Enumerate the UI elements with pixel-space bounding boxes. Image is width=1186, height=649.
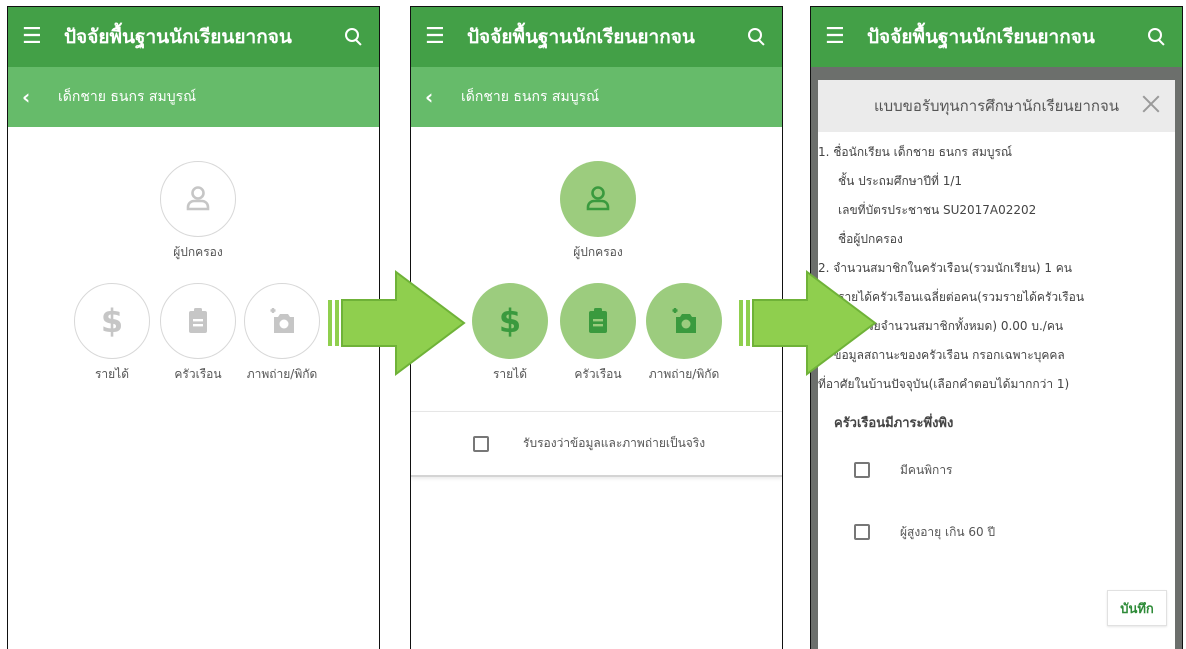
back-arrow-icon[interactable]: ‹ xyxy=(425,85,447,109)
dollar-icon: $ xyxy=(100,302,124,340)
household-button[interactable] xyxy=(560,283,636,359)
dialog-header: แบบขอรับทุนการศึกษานักเรียนยากจน xyxy=(818,80,1175,132)
household-button[interactable] xyxy=(160,283,236,359)
info-line: ชื่อผู้ปกครอง xyxy=(838,232,903,246)
save-button[interactable]: บันทึก xyxy=(1107,590,1167,626)
app-title: ปัจจัยพื้นฐานนักเรียนยากจน xyxy=(867,26,1095,48)
add-photo-icon xyxy=(672,308,696,333)
app-bar: ☰ ปัจจัยพื้นฐานนักเรียนยากจน xyxy=(8,7,379,67)
screen-initial: ☰ ปัจจัยพื้นฐานนักเรียนยากจน ‹ เด็กชาย ธ… xyxy=(7,6,380,649)
app-bar: ☰ ปัจจัยพื้นฐานนักเรียนยากจน xyxy=(811,7,1182,67)
clipboard-icon xyxy=(189,308,207,333)
guardian-label: ผู้ปกครอง xyxy=(173,245,223,259)
section-title: ครัวเรือนมีภาระพึ่งพิง xyxy=(834,416,954,431)
flow-arrow-icon xyxy=(739,270,877,376)
app-title: ปัจจัยพื้นฐานนักเรียนยากจน xyxy=(467,26,695,48)
income-label: รายได้ xyxy=(492,367,528,381)
guardian-button[interactable] xyxy=(560,161,636,237)
dialog-title: แบบขอรับทุนการศึกษานักเรียนยากจน xyxy=(873,97,1120,115)
clipboard-icon xyxy=(589,308,607,333)
info-line: เลขที่บัตรประชาชน SU2017A02202 xyxy=(838,203,1037,217)
student-name: เด็กชาย ธนกร สมบูรณ์ xyxy=(58,89,197,105)
search-icon[interactable] xyxy=(343,26,365,48)
app-title: ปัจจัยพื้นฐานนักเรียนยากจน xyxy=(64,26,292,48)
close-icon[interactable] xyxy=(1137,90,1165,118)
option-label: มีคนพิการ xyxy=(900,462,953,477)
income-label: รายได้ xyxy=(94,367,130,381)
confirm-checkbox[interactable] xyxy=(473,435,489,452)
option-disabled-member[interactable]: มีคนพิการ xyxy=(818,439,1165,501)
info-line: ชั้น ประถมศึกษาปีที่ 1/1 xyxy=(838,174,963,188)
flow-arrow-icon xyxy=(328,270,466,376)
student-bar: ‹ เด็กชาย ธนกร สมบูรณ์ xyxy=(8,67,379,127)
search-icon[interactable] xyxy=(746,26,768,48)
app-bar: ☰ ปัจจัยพื้นฐานนักเรียนยากจน xyxy=(411,7,782,67)
person-icon xyxy=(586,186,610,211)
back-arrow-icon[interactable]: ‹ xyxy=(22,85,44,109)
menu-icon[interactable]: ☰ xyxy=(825,26,853,48)
option-elderly-member[interactable]: ผู้สูงอายุ เกิน 60 ปี xyxy=(818,501,1165,563)
confirm-label: รับรองว่าข้อมูลและภาพถ่ายเป็นจริง xyxy=(523,436,706,450)
info-line: 1. ชื่อนักเรียน เด็กชาย ธนกร สมบูรณ์ xyxy=(818,145,1013,159)
option-checkbox[interactable] xyxy=(854,462,870,478)
guardian-button[interactable] xyxy=(160,161,236,237)
search-icon[interactable] xyxy=(1146,26,1168,48)
add-photo-icon xyxy=(270,308,294,333)
photo-button[interactable] xyxy=(244,283,320,359)
dollar-icon: $ xyxy=(498,302,522,340)
photo-button[interactable] xyxy=(646,283,722,359)
menu-icon[interactable]: ☰ xyxy=(22,26,50,48)
student-bar: ‹ เด็กชาย ธนกร สมบูรณ์ xyxy=(411,67,782,127)
person-icon xyxy=(186,186,210,211)
menu-icon[interactable]: ☰ xyxy=(425,26,453,48)
photo-label: ภาพถ่าย/พิกัด xyxy=(246,367,318,381)
option-checkbox[interactable] xyxy=(854,524,870,540)
photo-label: ภาพถ่าย/พิกัด xyxy=(648,367,720,381)
income-button[interactable]: $ xyxy=(74,283,150,359)
option-label: ผู้สูงอายุ เกิน 60 ปี xyxy=(900,524,996,539)
guardian-label: ผู้ปกครอง xyxy=(573,245,623,259)
income-button[interactable]: $ xyxy=(472,283,548,359)
student-name: เด็กชาย ธนกร สมบูรณ์ xyxy=(461,89,600,105)
confirm-row[interactable]: รับรองว่าข้อมูลและภาพถ่ายเป็นจริง xyxy=(411,411,782,477)
